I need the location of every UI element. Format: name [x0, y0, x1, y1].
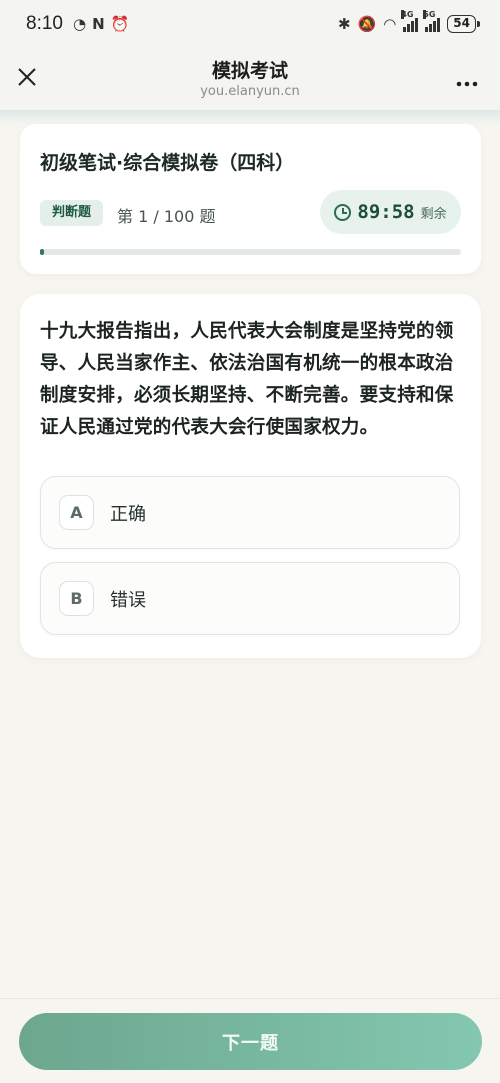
status-left: 8:10 ◔ Ν ⏰: [26, 13, 129, 35]
option-b[interactable]: B 错误: [40, 562, 460, 635]
page-title: 模拟考试: [211, 60, 288, 82]
alarm-icon: ⏰: [110, 14, 130, 33]
bottom-divider: [0, 998, 500, 999]
signal-4g-icon: 4G: [401, 10, 419, 32]
progress-bar-fill: [40, 249, 45, 255]
wifi-icon: ◠: [383, 14, 397, 33]
signal-5g-label: 5G: [423, 10, 436, 19]
question-text: 十九大报告指出，人民代表大会制度是坚持党的领导、人民当家作主、依法治国有机统一的…: [40, 321, 454, 438]
more-icon: [456, 81, 478, 87]
clock-icon: [334, 203, 352, 221]
question-type-badge: 判断题: [40, 200, 104, 226]
status-bar: 8:10 ◔ Ν ⏰ ✱ 🔕 ◠ 4G 5G 54: [0, 0, 500, 48]
gauge-icon: ◔: [72, 14, 87, 33]
mute-icon: 🔕: [357, 14, 377, 33]
timer-label: 剩余: [420, 206, 447, 222]
page-url: you.elanyun.cn: [200, 84, 300, 99]
header-fade: [0, 110, 500, 124]
nfc-icon: Ν: [92, 14, 105, 33]
next-question-button[interactable]: 下一题: [19, 1013, 482, 1070]
countdown-timer: 89:58 剩余: [320, 190, 461, 234]
bluetooth-icon: ✱: [337, 14, 351, 33]
battery-indicator: 54: [447, 15, 480, 33]
paper-title: 初级笔试·综合模拟卷（四科）: [40, 152, 295, 174]
status-right: ✱ 🔕 ◠ 4G 5G 54: [337, 10, 480, 33]
option-a[interactable]: A 正确: [40, 476, 460, 549]
timer-value: 89:58: [357, 201, 415, 223]
signal-5g-icon: 5G: [423, 10, 441, 32]
signal-4g-label: 4G: [401, 10, 414, 19]
app-header: 模拟考试 you.elanyun.cn: [0, 48, 500, 110]
progress-bar: [40, 249, 461, 255]
status-time: 8:10: [26, 13, 63, 34]
option-label: 正确: [110, 503, 146, 525]
exam-info-card: 初级笔试·综合模拟卷（四科） 判断题 第 1 / 100 题 89:58 剩余: [20, 124, 481, 274]
option-label: 错误: [110, 589, 146, 611]
more-button[interactable]: [456, 68, 478, 92]
question-progress-text: 第 1 / 100 题: [117, 207, 216, 226]
option-letter: B: [59, 581, 94, 616]
option-letter: A: [59, 495, 94, 530]
question-card: 十九大报告指出，人民代表大会制度是坚持党的领导、人民当家作主、依法治国有机统一的…: [20, 294, 481, 658]
